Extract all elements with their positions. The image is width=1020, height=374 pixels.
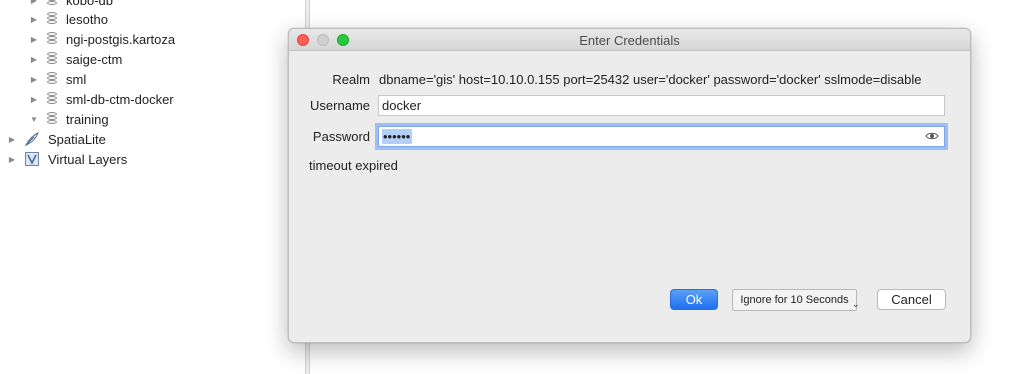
tree-item-label: ngi-postgis.kartoza	[66, 31, 176, 47]
database-icon	[46, 92, 58, 106]
feather-icon	[24, 132, 39, 147]
tree-item-spatialite[interactable]: ▶ SpatiaLite	[6, 129, 106, 149]
tree-item-sml[interactable]: ▶ sml	[28, 69, 86, 89]
tree-item-sml-db-ctm-docker[interactable]: ▶ sml-db-ctm-docker	[28, 89, 174, 109]
password-input[interactable]: ••••••	[378, 126, 945, 147]
password-masked-value: ••••••	[382, 129, 413, 144]
expand-arrow-icon[interactable]: ▶	[28, 95, 40, 104]
tree-item-lesotho[interactable]: ▶ lesotho	[28, 9, 108, 29]
password-label: Password	[312, 129, 370, 144]
username-input[interactable]: docker	[378, 95, 945, 116]
expand-arrow-icon[interactable]: ▶	[28, 15, 40, 24]
expand-arrow-icon[interactable]: ▶	[28, 55, 40, 64]
username-label: Username	[310, 98, 370, 113]
database-icon	[46, 72, 58, 86]
expand-arrow-icon[interactable]: ▶	[28, 75, 40, 84]
database-icon	[46, 0, 58, 7]
expand-arrow-icon[interactable]: ▶	[6, 155, 18, 164]
database-icon	[46, 52, 58, 66]
tree-item-label: sml-db-ctm-docker	[66, 91, 174, 107]
tree-item-label: kobo-db	[66, 0, 113, 8]
enter-credentials-dialog: Enter Credentials Realm dbname='gis' hos…	[288, 28, 971, 343]
dialog-title: Enter Credentials	[579, 33, 680, 48]
database-icon	[46, 32, 58, 46]
tree-item-label: sml	[66, 71, 87, 87]
chevron-down-icon[interactable]: ⌄	[852, 299, 860, 310]
collapse-arrow-icon[interactable]: ▼	[28, 115, 40, 124]
virtual-layers-icon	[25, 152, 39, 166]
tree-item-label: SpatiaLite	[48, 131, 106, 147]
database-icon	[46, 12, 58, 26]
cancel-button[interactable]: Cancel	[877, 289, 946, 310]
tree-item-label: saige-ctm	[66, 51, 123, 67]
tree-item-virtual-layers[interactable]: ▶ Virtual Layers	[6, 149, 127, 169]
status-message: timeout expired	[309, 158, 398, 173]
tree-item-label: training	[66, 111, 109, 127]
expand-arrow-icon[interactable]: ▶	[28, 0, 40, 5]
tree-item-label: lesotho	[66, 11, 108, 27]
ignore-for-10-seconds-button[interactable]: Ignore for 10 Seconds	[732, 289, 857, 311]
tree-item-label: Virtual Layers	[48, 151, 128, 167]
expand-arrow-icon[interactable]: ▶	[6, 135, 18, 144]
eye-icon[interactable]	[925, 130, 939, 142]
tree-item-ngi-postgis[interactable]: ▶ ngi-postgis.kartoza	[28, 29, 175, 49]
tree-item-training[interactable]: ▼ training	[28, 109, 109, 129]
ok-button[interactable]: Ok	[670, 289, 718, 310]
realm-label: Realm	[332, 72, 370, 87]
database-icon	[46, 112, 58, 126]
realm-value: dbname='gis' host=10.10.0.155 port=25432…	[379, 72, 922, 87]
dialog-titlebar[interactable]: Enter Credentials	[289, 29, 970, 51]
tree-item-saige-ctm[interactable]: ▶ saige-ctm	[28, 49, 122, 69]
expand-arrow-icon[interactable]: ▶	[28, 35, 40, 44]
browser-tree: ▶ kobo-db ▶ lesotho ▶ ngi-postgis.kartoz…	[0, 0, 305, 374]
